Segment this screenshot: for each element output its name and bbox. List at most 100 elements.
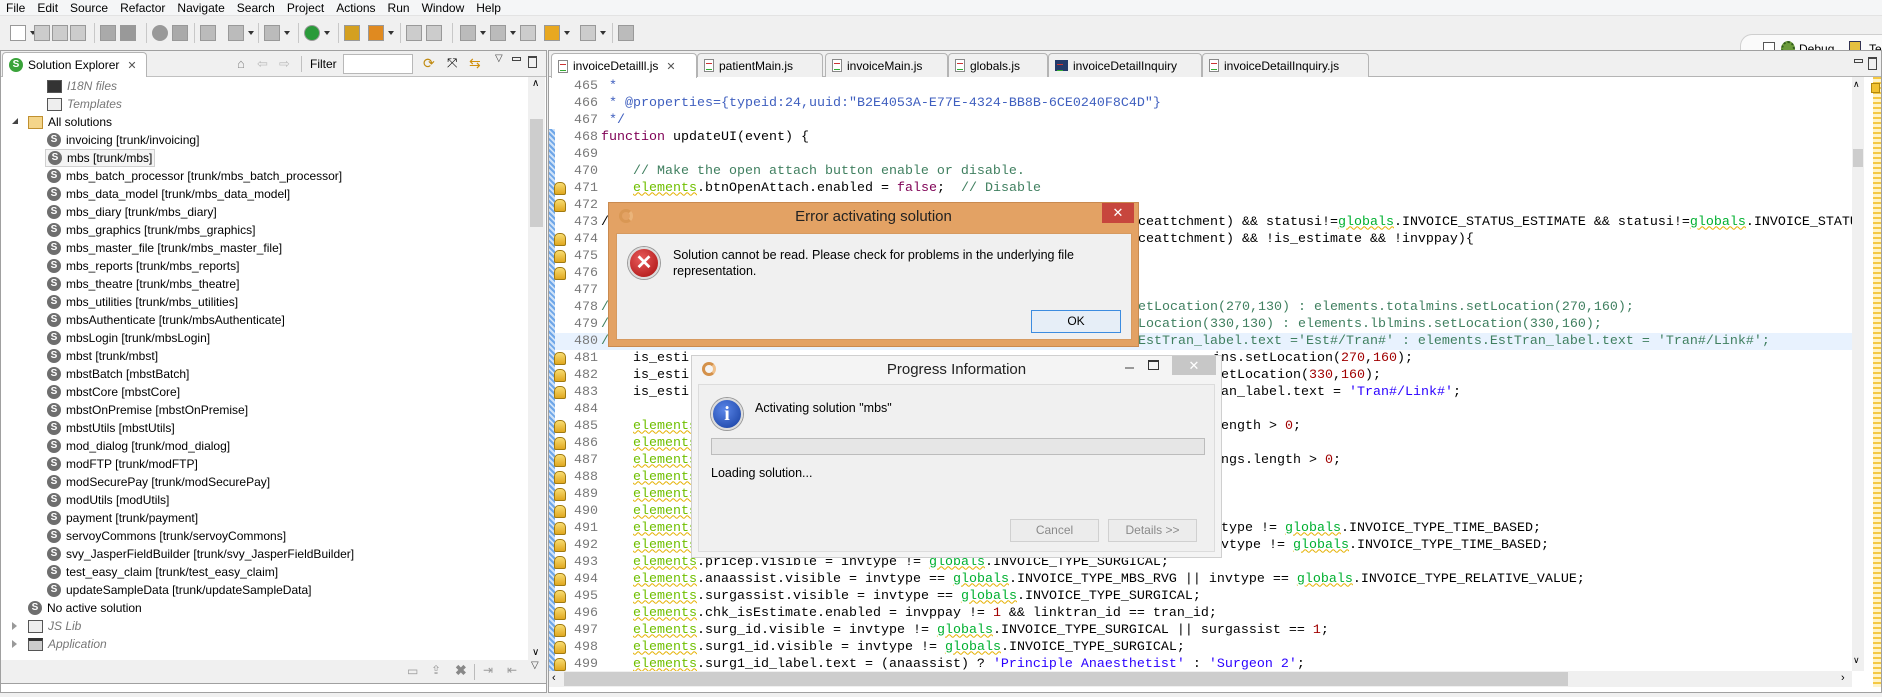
collapse-all-icon[interactable]: ⤧ <box>447 55 457 71</box>
tree-item[interactable]: Smbs_batch_processor [trunk/mbs_batch_pr… <box>47 167 344 185</box>
minimize-icon[interactable] <box>512 57 521 61</box>
maximize-button[interactable] <box>1148 360 1159 370</box>
collapsed-arrow-icon[interactable] <box>12 622 17 630</box>
tree-item[interactable]: Smbs_utilities [trunk/mbs_utilities] <box>47 293 240 311</box>
dropdown-arrow-icon[interactable] <box>480 31 486 35</box>
menu-navigate[interactable]: Navigate <box>171 1 230 15</box>
menu-actions[interactable]: Actions <box>330 1 381 15</box>
tab-editor[interactable]: patientMain.js <box>697 53 823 77</box>
details-button[interactable]: Details >> <box>1108 519 1197 542</box>
edit-icon[interactable] <box>406 25 422 41</box>
maximize-icon[interactable] <box>528 56 537 68</box>
tab-editor[interactable]: invoiceDetailInquiry <box>1048 53 1202 77</box>
tree-item[interactable]: All solutions <box>12 113 114 131</box>
expanded-arrow-icon[interactable] <box>12 118 18 124</box>
tree-item[interactable]: Ssvy_JasperFieldBuilder [trunk/svy_Jaspe… <box>47 545 356 563</box>
explorer-vertical-scrollbar[interactable]: ∧ ∨ <box>528 77 545 662</box>
close-icon[interactable]: ✕ <box>666 60 675 73</box>
prev-annotation-icon[interactable] <box>490 25 506 41</box>
export-icon[interactable]: ⇪ <box>431 663 441 677</box>
tree-item[interactable]: Smbs_graphics [trunk/mbs_graphics] <box>47 221 257 239</box>
tree-item[interactable]: Smbs_diary [trunk/mbs_diary] <box>47 203 219 221</box>
scroll-down-icon[interactable]: ∨ <box>1853 655 1860 666</box>
new-icon[interactable] <box>10 25 26 41</box>
filter-input[interactable] <box>343 54 413 74</box>
search-icon[interactable] <box>200 25 216 41</box>
tab-editor[interactable]: invoiceMain.js <box>825 53 948 77</box>
last-edit-icon[interactable] <box>520 25 536 41</box>
dropdown-arrow-icon[interactable] <box>564 31 570 35</box>
scrollbar-thumb[interactable] <box>564 672 1568 686</box>
tree-item[interactable]: SmbstCore [mbstCore] <box>47 383 182 401</box>
minimize-icon[interactable] <box>1854 59 1863 63</box>
tab-editor[interactable]: invoiceDetailll.js ✕ <box>551 53 697 78</box>
vertical-scrollbar[interactable]: ∧ ∨ <box>1852 77 1864 671</box>
tree-item[interactable]: I18N files <box>47 77 119 95</box>
print-icon[interactable] <box>70 25 86 41</box>
tab-editor[interactable]: invoiceDetailInquiry.js <box>1202 53 1369 77</box>
tool-icon[interactable] <box>344 25 360 41</box>
cancel-button[interactable]: Cancel <box>1010 519 1099 542</box>
tab-solution-explorer[interactable]: S Solution Explorer ✕ <box>2 52 147 77</box>
menu-help[interactable]: Help <box>470 1 507 15</box>
form-icon[interactable] <box>426 25 442 41</box>
menu-source[interactable]: Source <box>64 1 114 15</box>
overview-ruler[interactable] <box>1864 77 1881 687</box>
tree-item[interactable]: Smod_dialog [trunk/mod_dialog] <box>47 437 232 455</box>
tree-item[interactable]: SmodFTP [trunk/modFTP] <box>47 455 200 473</box>
move-in-icon[interactable]: ⇤ <box>507 663 517 677</box>
deploy-icon[interactable] <box>120 25 136 41</box>
font-icon[interactable] <box>172 25 188 41</box>
menu-window[interactable]: Window <box>416 1 471 15</box>
tab-editor[interactable]: globals.js <box>948 53 1048 77</box>
view-menu-icon[interactable]: ▽ <box>531 660 539 671</box>
tree-item[interactable]: SmbsAuthenticate [trunk/mbsAuthenticate] <box>47 311 287 329</box>
tree-item[interactable]: S No active solution <box>28 599 144 617</box>
tree-item[interactable]: Smbs [trunk/mbs] <box>45 149 156 167</box>
home-icon[interactable]: ⌂ <box>237 56 245 71</box>
pin-icon[interactable] <box>618 25 634 41</box>
scrollbar-thumb[interactable] <box>530 119 543 227</box>
tree-item[interactable]: Smbs_data_model [trunk/mbs_data_model] <box>47 185 292 203</box>
tree-item[interactable]: Stest_easy_claim [trunk/test_easy_claim] <box>47 563 280 581</box>
tree-item[interactable]: Sinvoicing [trunk/invoicing] <box>47 131 201 149</box>
tree-item[interactable]: SmodSecurePay [trunk/modSecurePay] <box>47 473 272 491</box>
tree-item[interactable]: JS Lib <box>12 617 83 635</box>
scroll-left-icon[interactable]: ‹ <box>552 672 556 684</box>
tree-item[interactable]: Smbs_reports [trunk/mbs_reports] <box>47 257 241 275</box>
search-next-icon[interactable] <box>228 25 244 41</box>
view-menu-icon[interactable]: ▽ <box>495 53 503 64</box>
close-button[interactable]: ✕ <box>1172 356 1216 375</box>
tree-item[interactable]: Application <box>12 635 109 653</box>
dropdown-arrow-icon[interactable] <box>284 31 290 35</box>
dropdown-arrow-icon[interactable] <box>248 31 254 35</box>
tree-item[interactable]: Smbst [trunk/mbst] <box>47 347 160 365</box>
warning-summary-icon[interactable] <box>1871 83 1880 93</box>
tree-item[interactable]: SmbsLogin [trunk/mbsLogin] <box>47 329 212 347</box>
horizontal-scrollbar[interactable]: ‹ › <box>549 671 1852 687</box>
sync-icon[interactable]: ⟳ <box>423 55 435 72</box>
scroll-right-icon[interactable]: › <box>1841 672 1845 684</box>
save-icon[interactable] <box>34 25 50 41</box>
link-editor-icon[interactable]: ⇆ <box>469 55 481 72</box>
find-icon[interactable] <box>264 25 280 41</box>
tree-item[interactable]: Smbs_master_file [trunk/mbs_master_file] <box>47 239 284 257</box>
close-icon[interactable]: ✕ <box>127 59 136 72</box>
import-icon[interactable]: ▭ <box>407 664 418 678</box>
forward-icon[interactable]: ⇨ <box>279 56 290 72</box>
scrollbar-thumb[interactable] <box>1853 149 1863 167</box>
back-icon[interactable] <box>544 25 560 41</box>
wand-icon[interactable] <box>368 25 384 41</box>
tree-item[interactable]: Spayment [trunk/payment] <box>47 509 200 527</box>
tree-item[interactable]: SmbstBatch [mbstBatch] <box>47 365 191 383</box>
dropdown-arrow-icon[interactable] <box>324 31 330 35</box>
save-all-icon[interactable] <box>52 25 68 41</box>
scroll-down-icon[interactable]: ∨ <box>532 647 539 658</box>
publish-icon[interactable] <box>100 25 116 41</box>
tree-item[interactable]: SmbstOnPremise [mbstOnPremise] <box>47 401 250 419</box>
tree-item[interactable]: SupdateSampleData [trunk/updateSampleDat… <box>47 581 314 599</box>
menu-edit[interactable]: Edit <box>31 1 64 15</box>
forward-icon[interactable] <box>580 25 596 41</box>
tree-item[interactable]: SmbstUtils [mbstUtils] <box>47 419 177 437</box>
dropdown-arrow-icon[interactable] <box>600 31 606 35</box>
